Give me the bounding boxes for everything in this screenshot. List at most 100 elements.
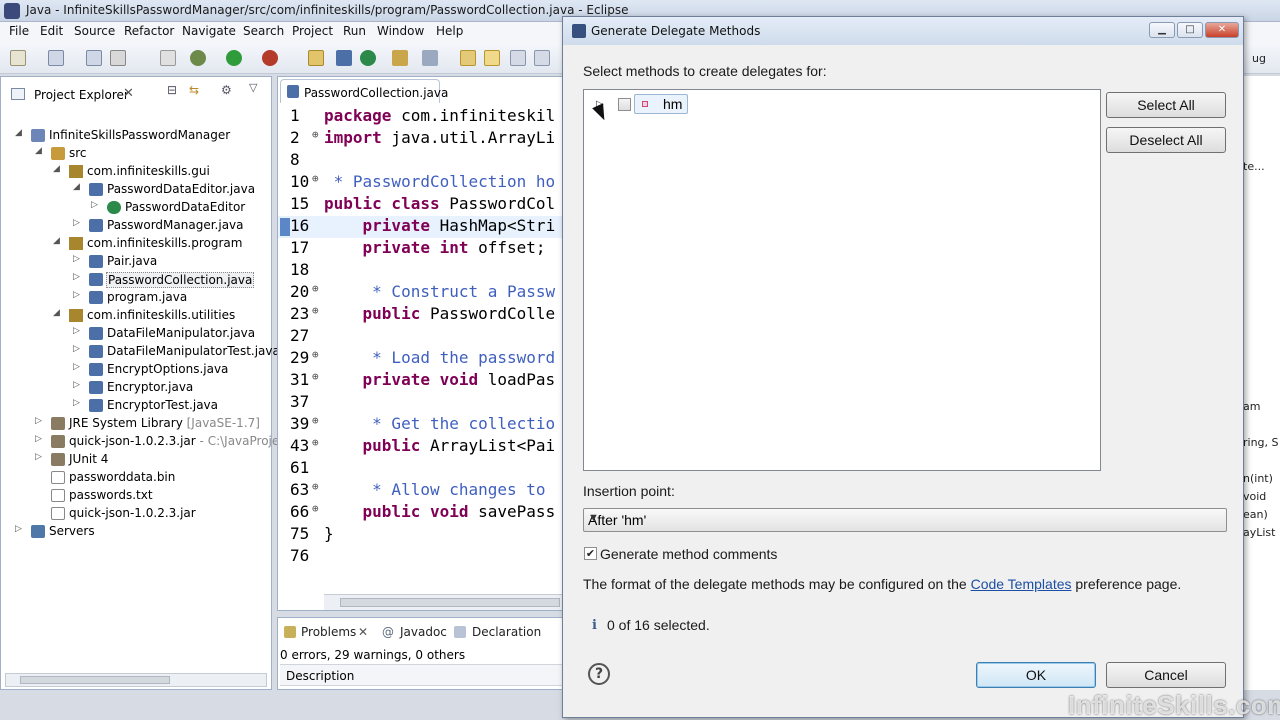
- collapse-arrow-icon[interactable]: ▷: [91, 200, 101, 210]
- collapse-all-icon[interactable]: ⊟: [167, 83, 177, 97]
- scrollbar-thumb[interactable]: [20, 676, 170, 684]
- collapse-arrow-icon[interactable]: ▷: [73, 326, 83, 336]
- fold-expand-icon[interactable]: ⊕: [312, 370, 319, 383]
- expand-arrow-icon[interactable]: ◢: [53, 164, 63, 174]
- fold-expand-icon[interactable]: ⊕: [312, 282, 319, 295]
- maximize-icon[interactable]: □: [1177, 22, 1203, 38]
- close-icon[interactable]: ✕: [1205, 22, 1239, 38]
- collapse-arrow-icon[interactable]: ▷: [73, 344, 83, 354]
- menu-project[interactable]: Project: [292, 24, 333, 38]
- menu-edit[interactable]: Edit: [40, 24, 63, 38]
- editor-tab[interactable]: PasswordCollection.java: [280, 79, 448, 103]
- ok-button[interactable]: OK: [976, 662, 1096, 688]
- code-line[interactable]: 23 ⊕ public PasswordColle: [278, 304, 566, 326]
- field-hm[interactable]: hm: [634, 94, 688, 114]
- methods-tree[interactable]: ▷ hm: [583, 89, 1101, 471]
- deselect-all-button[interactable]: Deselect All: [1106, 127, 1226, 153]
- fold-expand-icon[interactable]: ⊕: [312, 436, 319, 449]
- code-line[interactable]: 37: [278, 392, 566, 414]
- code-line[interactable]: 16 private HashMap<Stri: [278, 216, 566, 238]
- new-java-project-icon[interactable]: [308, 50, 324, 66]
- close-icon[interactable]: ✕: [358, 625, 368, 639]
- filter-icon[interactable]: ⚙: [221, 83, 232, 97]
- collapse-arrow-icon[interactable]: ▷: [73, 272, 83, 282]
- new-class-icon[interactable]: [360, 50, 376, 66]
- menu-file[interactable]: File: [9, 24, 29, 38]
- fold-expand-icon[interactable]: ⊕: [312, 502, 319, 515]
- collapse-arrow-icon[interactable]: ▷: [73, 362, 83, 372]
- menu-source[interactable]: Source: [74, 24, 115, 38]
- collapse-arrow-icon[interactable]: ▷: [73, 398, 83, 408]
- code-line[interactable]: 10 ⊕ * PasswordCollection ho: [278, 172, 566, 194]
- fold-expand-icon[interactable]: ⊕: [312, 414, 319, 427]
- fold-expand-icon[interactable]: ⊕: [312, 128, 319, 141]
- next-annotation-icon[interactable]: [534, 50, 550, 66]
- description-column-header[interactable]: Description: [280, 664, 566, 686]
- collapse-arrow-icon[interactable]: ▷: [35, 452, 45, 462]
- menu-search[interactable]: Search: [243, 24, 284, 38]
- collapse-arrow-icon[interactable]: ▷: [35, 416, 45, 426]
- tab-problems[interactable]: Problems: [301, 625, 356, 639]
- close-icon[interactable]: ✕: [123, 86, 134, 101]
- fold-expand-icon[interactable]: ⊕: [312, 348, 319, 361]
- expand-arrow-icon[interactable]: ◢: [53, 308, 63, 318]
- run-icon[interactable]: [226, 50, 242, 66]
- code-line[interactable]: 66 ⊕ public void savePass: [278, 502, 566, 524]
- new-package-icon[interactable]: [336, 50, 352, 66]
- code-line[interactable]: 63 ⊕ * Allow changes to: [278, 480, 566, 502]
- code-line[interactable]: 18: [278, 260, 566, 282]
- menu-navigate[interactable]: Navigate: [182, 24, 236, 38]
- code-line[interactable]: 29 ⊕ * Load the password: [278, 348, 566, 370]
- menu-run[interactable]: Run: [343, 24, 366, 38]
- select-all-button[interactable]: Select All: [1106, 92, 1226, 118]
- collapse-arrow-icon[interactable]: ▷: [15, 524, 25, 534]
- code-line[interactable]: 15 public class PasswordCol: [278, 194, 566, 216]
- link-with-editor-icon[interactable]: ⇆: [189, 83, 199, 97]
- code-line[interactable]: 20 ⊕ * Construct a Passw: [278, 282, 566, 304]
- fold-expand-icon[interactable]: ⊕: [312, 172, 319, 185]
- help-icon[interactable]: ?: [588, 663, 610, 685]
- project-explorer-tab[interactable]: Project Explorer ✕: [5, 81, 145, 103]
- minimize-icon[interactable]: ▁: [1149, 22, 1175, 38]
- skip-breakpoints-icon[interactable]: [160, 50, 176, 66]
- code-line[interactable]: 31 ⊕ private void loadPas: [278, 370, 566, 392]
- editor-horizontal-scrollbar[interactable]: [324, 594, 564, 610]
- save-all-icon[interactable]: [86, 50, 102, 66]
- generate-comments-checkbox[interactable]: ✔: [584, 547, 597, 560]
- menu-refactor[interactable]: Refactor: [124, 24, 174, 38]
- search-icon[interactable]: [422, 50, 438, 66]
- expand-arrow-icon[interactable]: ◢: [53, 236, 63, 246]
- debug-icon[interactable]: [190, 50, 206, 66]
- code-line[interactable]: 8: [278, 150, 566, 172]
- new-icon[interactable]: [10, 50, 26, 66]
- show-whitespace-icon[interactable]: [510, 50, 526, 66]
- print-icon[interactable]: [110, 50, 126, 66]
- code-templates-link[interactable]: Code Templates: [971, 576, 1072, 592]
- collapse-arrow-icon[interactable]: ▷: [73, 254, 83, 264]
- tab-javadoc[interactable]: Javadoc: [400, 625, 447, 639]
- expand-arrow-icon[interactable]: ◢: [35, 146, 45, 156]
- insertion-point-select[interactable]: After 'hm' ▼: [583, 508, 1227, 532]
- code-line[interactable]: 27: [278, 326, 566, 348]
- open-type-icon[interactable]: [392, 50, 408, 66]
- code-line[interactable]: 2 ⊕ import java.util.ArrayLi: [278, 128, 566, 150]
- external-tools-icon[interactable]: [262, 50, 278, 66]
- fold-expand-icon[interactable]: ⊕: [312, 304, 319, 317]
- collapse-arrow-icon[interactable]: ▷: [35, 434, 45, 444]
- scrollbar-thumb[interactable]: [340, 598, 560, 607]
- collapse-arrow-icon[interactable]: ▷: [73, 380, 83, 390]
- fold-expand-icon[interactable]: ⊕: [312, 480, 319, 493]
- code-line[interactable]: 1 package com.infiniteskil: [278, 106, 566, 128]
- view-menu-icon[interactable]: ▽: [249, 81, 257, 94]
- tab-declaration[interactable]: Declaration: [472, 625, 541, 639]
- code-line[interactable]: 43 ⊕ public ArrayList<Pai: [278, 436, 566, 458]
- explorer-horizontal-scrollbar[interactable]: [5, 673, 267, 687]
- expand-arrow-icon[interactable]: ◢: [15, 128, 25, 138]
- menu-help[interactable]: Help: [436, 24, 463, 38]
- code-line[interactable]: 75}: [278, 524, 566, 546]
- cancel-button[interactable]: Cancel: [1106, 662, 1226, 688]
- code-line[interactable]: 61: [278, 458, 566, 480]
- mark-occurrences-icon[interactable]: [460, 50, 476, 66]
- expand-arrow-icon[interactable]: ◢: [73, 182, 83, 192]
- code-line[interactable]: 17 private int offset;: [278, 238, 566, 260]
